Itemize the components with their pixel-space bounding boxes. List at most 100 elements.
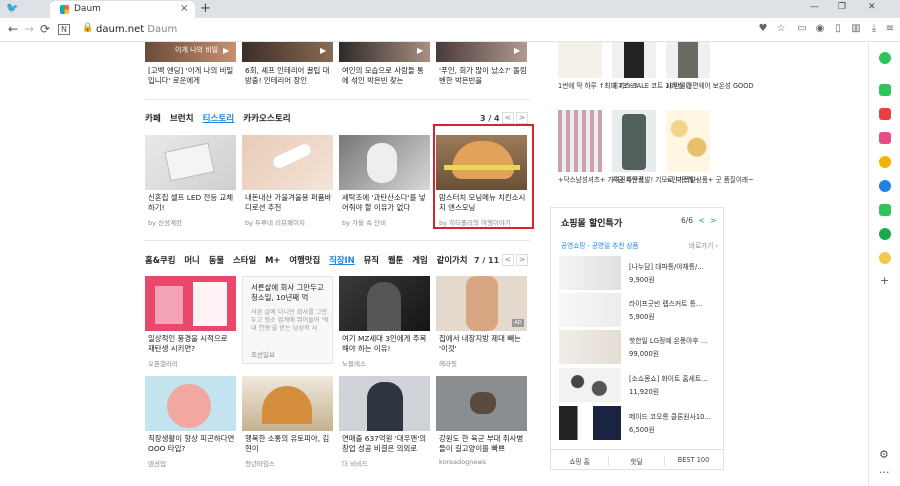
bookmark-star-icon[interactable]: ☆ xyxy=(775,23,787,35)
shop-thumbnail[interactable] xyxy=(666,42,710,78)
new-tab-button[interactable]: + xyxy=(200,1,211,16)
media-thumbnail[interactable] xyxy=(145,276,236,331)
media-thumbnail[interactable] xyxy=(242,376,333,431)
emoji-icon[interactable] xyxy=(879,252,891,264)
edge-icon[interactable] xyxy=(879,180,891,192)
whatsapp-icon[interactable] xyxy=(879,228,891,240)
deal-item[interactable]: [소쇼몽쇼] 화이트 홈세트... 11,920원 xyxy=(559,368,719,402)
video-thumbnail[interactable]: ▶ xyxy=(242,42,333,62)
instagram-icon[interactable] xyxy=(879,132,891,144)
tab-travel[interactable]: 여행맛집 xyxy=(289,255,320,265)
video-thumbnail[interactable]: 이게 나의 비밀 ▶ xyxy=(145,42,236,62)
tab-animal[interactable]: 동물 xyxy=(209,255,224,265)
tab-kakaostory[interactable]: 카카오스토리 xyxy=(243,114,290,124)
story-caption: 세탁조에 '과탄산소다'를 넣어줘야 할 이유가 없다 xyxy=(342,193,426,212)
deal-image[interactable] xyxy=(559,406,621,440)
forward-button[interactable]: → xyxy=(24,22,34,36)
deal-item[interactable]: 핫한일 LG정예 온풍아후 ... 99,000원 xyxy=(559,330,719,364)
media-thumbnail[interactable] xyxy=(339,376,430,431)
url-text[interactable]: daum.net Daum xyxy=(96,24,177,35)
twitter-icon[interactable]: 🐦 xyxy=(6,3,20,15)
news-snippet: 서른 살에 다니던 회사를 그만두고 청소 업계에 뛰어들어 '억대 연봉'을 … xyxy=(251,309,329,332)
tab-music[interactable]: 뮤직 xyxy=(364,255,379,265)
media-thumbnail[interactable] xyxy=(339,276,430,331)
story-page-indicator: 3 / 4 xyxy=(480,114,500,123)
deal-more-link[interactable]: 바로가기 › xyxy=(689,240,718,250)
tab-home-cooking[interactable]: 홈&쿠킹 xyxy=(145,255,175,265)
story-prev-button[interactable]: < xyxy=(502,112,514,124)
more-icon[interactable]: ··· xyxy=(879,466,890,479)
deal-item[interactable]: 메이드 코오롱 클론원사10... 6,500원 xyxy=(559,406,719,440)
shop-thumbnail[interactable] xyxy=(612,42,656,78)
chat-icon[interactable] xyxy=(879,84,891,96)
deal-item[interactable]: 라이프굿빈 렙스커트 통... 5,900원 xyxy=(559,293,719,327)
n-badge-icon[interactable]: N xyxy=(58,24,70,35)
kakao-icon[interactable] xyxy=(879,52,891,64)
deal-tab-hotdeal[interactable]: 핫딜 xyxy=(608,456,665,466)
story-thumbnail[interactable] xyxy=(145,135,236,190)
art-image xyxy=(155,286,183,324)
deal-item[interactable]: [나누담] 대파통/야채통/... 9,900원 xyxy=(559,256,719,290)
tab-webtoon[interactable]: 웹툰 xyxy=(388,255,403,265)
tab-close-button[interactable]: × xyxy=(180,3,188,14)
deal-name[interactable]: [나누담] 대파통/야채통/... xyxy=(629,261,704,271)
story-next-button[interactable]: > xyxy=(516,112,528,124)
play-icon: ▶ xyxy=(223,46,230,55)
deal-name[interactable]: [소쇼몽쇼] 화이트 홈세트... xyxy=(629,373,708,383)
tab-mplus[interactable]: M+ xyxy=(265,255,280,265)
settings-icon[interactable]: ⚙ xyxy=(879,448,889,461)
shop-thumbnail[interactable] xyxy=(558,42,602,78)
shop-thumbnail[interactable] xyxy=(558,110,602,172)
back-button[interactable]: ← xyxy=(8,22,18,36)
sidebar-toggle-icon[interactable]: ▥ xyxy=(850,23,862,35)
reload-button[interactable]: ⟳ xyxy=(40,22,50,36)
deal-image[interactable] xyxy=(559,293,621,327)
deal-next-button[interactable]: > xyxy=(710,216,716,225)
tab-daum[interactable]: Daum × xyxy=(50,1,195,18)
deal-name[interactable]: 메이드 코오롱 클론원사10... xyxy=(629,411,711,421)
menu-icon[interactable]: ≡ xyxy=(884,23,896,35)
reader-icon[interactable]: ▯ xyxy=(832,23,844,35)
cast-icon[interactable]: ▭ xyxy=(796,23,808,35)
story-thumbnail[interactable] xyxy=(339,135,430,190)
story-thumbnail[interactable] xyxy=(242,135,333,190)
shop-thumbnail[interactable] xyxy=(666,110,710,172)
deal-name[interactable]: 라이프굿빈 렙스커트 통... xyxy=(629,298,702,308)
video-thumbnail[interactable]: ▶ xyxy=(339,42,430,62)
add-panel-button[interactable]: + xyxy=(880,274,889,287)
tab-work[interactable]: 직장IN xyxy=(329,255,355,265)
deal-tab-shopping-home[interactable]: 쇼핑 홈 xyxy=(551,456,608,466)
media-thumbnail[interactable]: AD xyxy=(436,276,527,331)
game-icon[interactable] xyxy=(879,204,891,216)
media-thumbnail[interactable] xyxy=(436,376,527,431)
deal-subtitle[interactable]: 공영쇼핑 - 공영밀 추천 상품 xyxy=(561,240,639,250)
deal-tab-best100[interactable]: BEST 100 xyxy=(665,456,722,464)
tab-brunch[interactable]: 브런치 xyxy=(170,114,194,124)
star-icon[interactable] xyxy=(879,156,891,168)
deal-image[interactable] xyxy=(559,368,621,402)
close-window-button[interactable]: ✕ xyxy=(868,2,876,12)
tab-together[interactable]: 같이가치 xyxy=(437,255,468,265)
camera-icon[interactable]: ◉ xyxy=(814,23,826,35)
shop-thumbnail[interactable] xyxy=(612,110,656,172)
tab-tistory[interactable]: 티스토리 xyxy=(203,114,235,124)
media-prev-button[interactable]: < xyxy=(502,254,514,266)
deal-prev-button[interactable]: < xyxy=(698,216,704,225)
text-news-card[interactable]: 서른살에 회사 그만두고 청소일, 10년째 억 서른 살에 다니던 회사를 그… xyxy=(242,276,333,364)
tab-game[interactable]: 게임 xyxy=(412,255,427,265)
media-next-button[interactable]: > xyxy=(516,254,528,266)
minimize-button[interactable]: — xyxy=(810,2,819,12)
deal-name[interactable]: 핫한일 LG정예 온풍아후 ... xyxy=(629,335,707,345)
video-thumbnail[interactable]: ▶ xyxy=(436,42,527,62)
media-thumbnail[interactable] xyxy=(145,376,236,431)
address-bar[interactable]: 🔒 daum.net Daum xyxy=(78,21,793,39)
mail-icon[interactable] xyxy=(879,108,891,120)
deal-image[interactable] xyxy=(559,330,621,364)
deal-image[interactable] xyxy=(559,256,621,290)
restore-button[interactable]: ❐ xyxy=(838,2,846,12)
tab-money[interactable]: 머니 xyxy=(184,255,199,265)
download-icon[interactable]: ⤓ xyxy=(868,23,880,35)
shield-icon[interactable]: ♥ xyxy=(757,23,769,35)
tab-cafe[interactable]: 카페 xyxy=(145,114,161,124)
tab-style[interactable]: 스타일 xyxy=(233,255,256,265)
